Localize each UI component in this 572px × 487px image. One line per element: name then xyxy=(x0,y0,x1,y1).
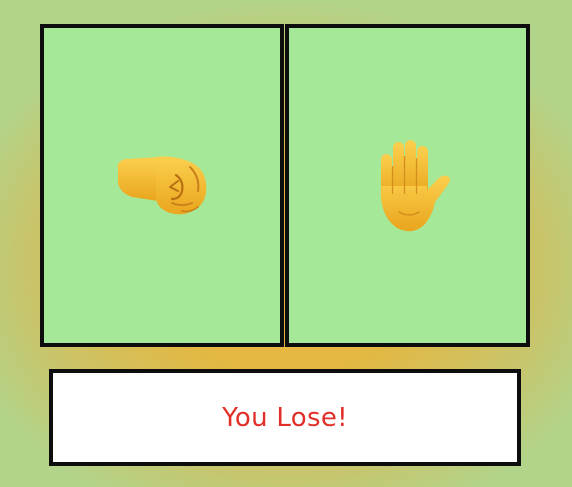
raised-hand-icon xyxy=(353,131,463,241)
result-text: You Lose! xyxy=(222,402,348,433)
result-box: You Lose! xyxy=(49,369,521,466)
fist-icon xyxy=(107,131,217,241)
computer-choice-panel xyxy=(285,24,530,347)
player-choice-panel xyxy=(40,24,284,347)
